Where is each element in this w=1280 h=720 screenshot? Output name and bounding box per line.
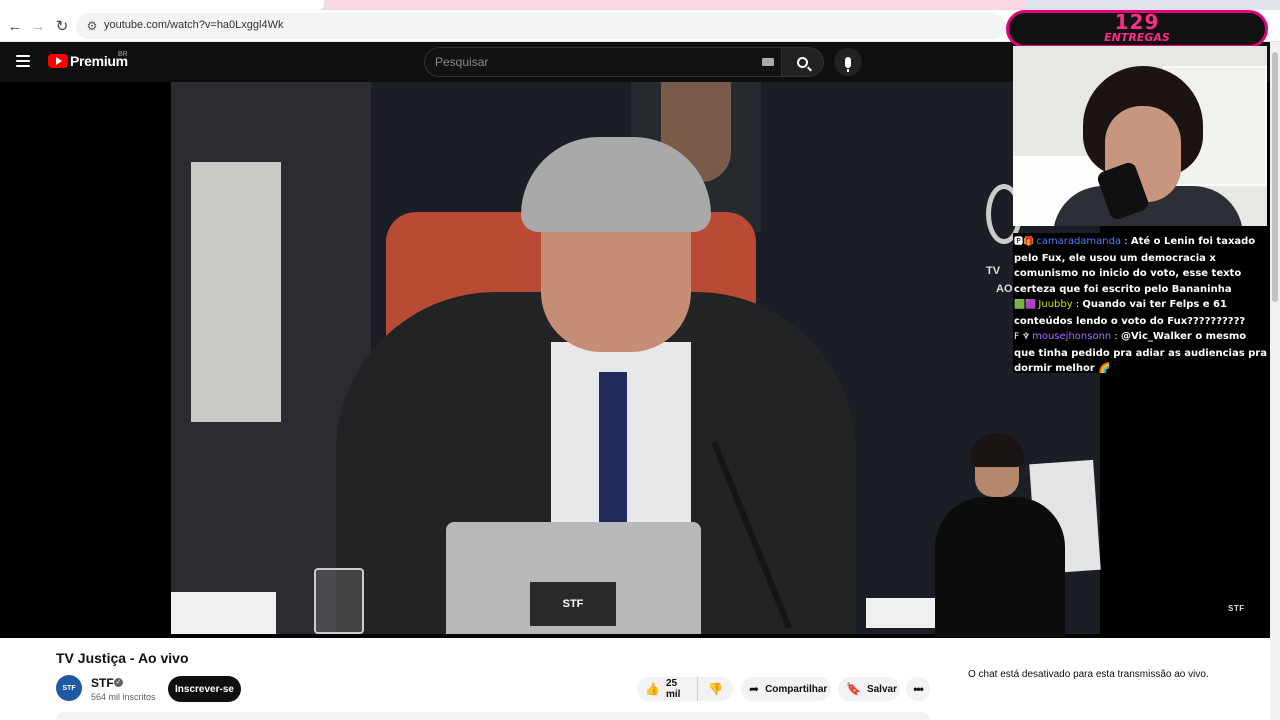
dislike-button[interactable]: 👎 (698, 677, 733, 701)
chat-username: camaradamanda (1036, 236, 1122, 247)
subscribe-button[interactable]: Inscrever-se (168, 676, 241, 702)
more-icon: ••• (913, 682, 924, 696)
water-glass (314, 568, 364, 634)
chat-badges: F ♆ (1014, 332, 1031, 342)
search-input[interactable] (435, 55, 735, 69)
microphone-icon (845, 56, 851, 72)
share-icon: ➦ (749, 682, 760, 696)
thumbs-down-icon: 👎 (708, 682, 723, 696)
chat-username: mousejhonsonn (1032, 331, 1112, 342)
subscriber-count: 564 mil inscritos (91, 692, 156, 702)
thumbs-up-icon: 👍 (645, 682, 660, 696)
chat-username: Juubby (1038, 299, 1073, 310)
chat-message: F ♆ mousejhonsonn : @Vic_Walker o mesmo q… (1014, 331, 1267, 374)
site-info-icon[interactable]: ⚙ (84, 18, 100, 34)
chat-badges: 🟩🟪 (1014, 300, 1037, 310)
forward-icon[interactable]: → (26, 14, 50, 38)
description-box[interactable] (56, 712, 930, 720)
bookmark-icon: 🔖 (846, 682, 861, 696)
channel-name[interactable]: STF (91, 676, 114, 690)
save-button[interactable]: 🔖 Salvar (838, 677, 900, 701)
stf-watermark: STF (1228, 604, 1245, 613)
page-scrollbar[interactable] (1270, 42, 1280, 720)
browser-tab-active[interactable] (0, 0, 324, 10)
video-title: TV Justiça - Ao vivo (56, 650, 189, 666)
chat-badges: 🅿🎁 (1014, 237, 1035, 247)
search-icon (797, 56, 808, 68)
youtube-logo-icon[interactable] (48, 54, 68, 68)
url-text[interactable]: youtube.com/watch?v=ha0Lxggl4Wk (104, 19, 283, 31)
back-icon[interactable]: ← (3, 14, 27, 38)
streamer-webcam (1013, 46, 1267, 226)
like-button[interactable]: 👍 25 mil (637, 677, 699, 701)
voice-search-button[interactable] (834, 48, 862, 76)
desk-paper (171, 592, 276, 634)
address-bar[interactable]: ⚙ youtube.com/watch?v=ha0Lxggl4Wk (76, 13, 1006, 39)
counter-label: ENTREGAS (1104, 31, 1170, 44)
live-chat-disabled-message: O chat está desativado para esta transmi… (968, 669, 1209, 680)
search-box (424, 47, 782, 77)
judge-tie (599, 372, 627, 532)
scrollbar-thumb[interactable] (1272, 52, 1278, 302)
browser-tab[interactable] (326, 0, 1026, 10)
sign-language-interpreter (930, 433, 1070, 637)
tv-justica-logo-text: TV AO (986, 265, 1013, 295)
verified-icon: ✓ (114, 678, 123, 687)
region-code: BR (118, 51, 128, 58)
chat-message: 🟩🟪 Juubby : Quando vai ter Felps e 61 con… (1014, 299, 1246, 327)
share-label: Compartilhar (765, 683, 828, 695)
save-label: Salvar (866, 683, 897, 695)
share-button[interactable]: ➦ Compartilhar (741, 677, 831, 701)
chat-message: 🅿🎁 camaradamanda : Até o Lenin foi taxado… (1014, 236, 1256, 295)
reload-icon[interactable]: ↻ (50, 14, 74, 38)
browser-tabstrip (0, 0, 1280, 10)
like-count: 25 mil (665, 678, 681, 700)
keyboard-icon[interactable] (762, 58, 774, 66)
stream-chat-overlay: 🅿🎁 camaradamanda : Até o Lenin foi taxado… (1013, 233, 1267, 374)
search-button[interactable] (782, 47, 824, 77)
like-dislike-group: 👍 25 mil 👎 (637, 677, 733, 701)
hamburger-menu-icon[interactable] (16, 55, 30, 67)
channel-avatar[interactable]: STF (56, 675, 82, 701)
more-actions-button[interactable]: ••• (906, 677, 930, 701)
laptop: STF (446, 522, 701, 634)
deliveries-counter: 129 ENTREGAS (1006, 10, 1268, 48)
stf-laptop-logo: STF (530, 582, 616, 626)
